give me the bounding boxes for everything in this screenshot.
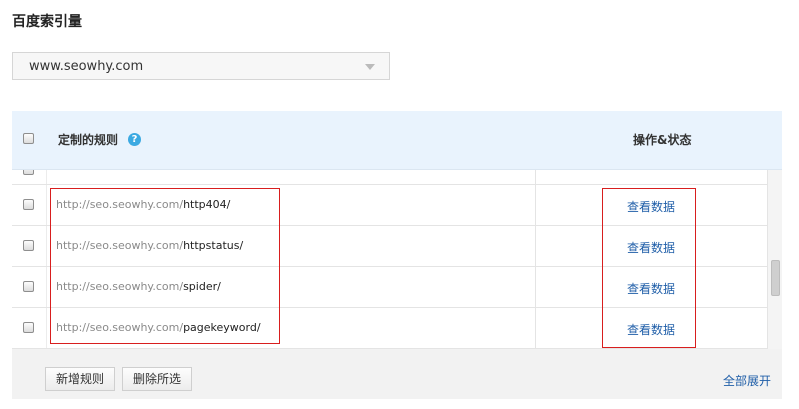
row-checkbox[interactable]: [23, 240, 34, 251]
column-header-operation: 操作&状态: [633, 133, 692, 147]
page-title: 百度索引量: [12, 14, 82, 30]
column-header-rule: 定制的规则: [58, 133, 119, 147]
row-checkbox[interactable]: [23, 170, 34, 175]
chevron-down-icon[interactable]: [365, 64, 375, 70]
row-checkbox[interactable]: [23, 322, 34, 333]
scrollbar-thumb[interactable]: [771, 260, 780, 296]
table-scrollbar[interactable]: [767, 170, 782, 349]
row-checkbox[interactable]: [23, 199, 34, 210]
site-select[interactable]: www.seowhy.com: [12, 52, 390, 80]
site-select-value: www.seowhy.com: [29, 59, 144, 74]
select-all-checkbox[interactable]: [23, 133, 34, 144]
expand-all-link[interactable]: 全部展开: [723, 372, 771, 389]
add-rule-button[interactable]: 新增规则: [45, 367, 116, 391]
table-header: 定制的规则 ? 操作&状态: [12, 111, 782, 170]
table-row-partial: [12, 170, 767, 185]
highlight-box-actions: [602, 188, 696, 348]
row-checkbox[interactable]: [23, 281, 34, 292]
help-icon[interactable]: ?: [128, 133, 141, 146]
highlight-box-urls: [50, 188, 280, 344]
delete-selected-button[interactable]: 删除所选: [122, 367, 193, 391]
